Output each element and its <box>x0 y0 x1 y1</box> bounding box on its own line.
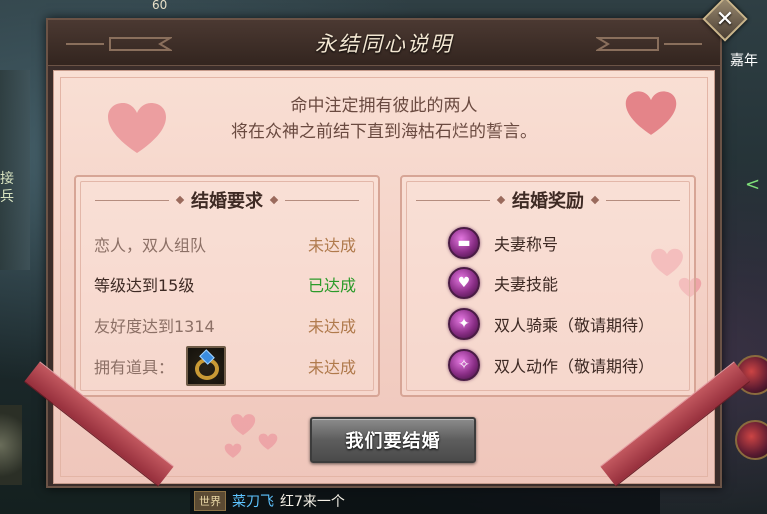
collapse-arrow-icon[interactable]: < <box>745 174 767 202</box>
chat-sender[interactable]: 菜刀飞 <box>232 491 274 511</box>
dialog-content-panel: 命中注定拥有彼此的两人 将在众神之前结下直到海枯石烂的誓言。 结婚要求 恋人，双… <box>24 70 750 487</box>
header-divider <box>606 199 680 201</box>
requirement-status: 未达成 <box>307 236 356 255</box>
bow-action-icon[interactable]: ✧ <box>448 349 480 381</box>
requirement-label: 友好度达到1314 <box>94 317 215 336</box>
requirement-row: 友好度达到1314 未达成 <box>94 310 366 340</box>
marriage-info-dialog: 永结同心说明 命中注定拥有彼此的两人 将在众神之前结下直到海枯石烂的誓言。 结婚… <box>24 18 750 488</box>
joystick-icon[interactable] <box>0 405 22 485</box>
heart-decoration-icon <box>224 443 242 458</box>
intro-text: 命中注定拥有彼此的两人 将在众神之前结下直到海枯石烂的誓言。 <box>54 93 714 145</box>
reward-row: ✦ 双人骑乘（敬请期待） <box>448 306 654 342</box>
event-label[interactable]: 嘉年 <box>723 50 765 70</box>
scene-side-text: 接 兵 <box>0 170 22 210</box>
intro-line-2: 将在众神之前结下直到海枯石烂的誓言。 <box>231 122 537 142</box>
reward-label: 夫妻技能 <box>494 275 559 294</box>
chat-channel-tag: 世界 <box>194 491 226 511</box>
requirements-title: 结婚要求 <box>191 191 263 212</box>
diamond-icon <box>175 195 185 205</box>
requirements-header: 结婚要求 <box>76 187 378 213</box>
diamond-icon <box>269 195 279 205</box>
rewards-box: 结婚奖励 ▬ 夫妻称号 ♥ 夫妻技能 ✦ 双人骑乘（敬请期待） ✧ 双人动作（敬… <box>400 175 696 397</box>
requirement-label: 拥有道具： <box>94 358 175 377</box>
reward-label: 双人动作（敬请期待） <box>494 357 655 376</box>
marry-button[interactable]: 我们要结婚 <box>310 417 476 463</box>
title-ornament-left-icon <box>66 37 172 51</box>
requirement-status: 未达成 <box>307 358 356 377</box>
diamond-icon <box>590 195 600 205</box>
heart-decoration-icon <box>230 414 256 436</box>
requirement-label: 等级达到15级 <box>94 276 195 295</box>
dialog-title-bar: 永结同心说明 <box>48 20 720 66</box>
requirement-row: 等级达到15级 已达成 <box>94 269 366 299</box>
requirement-row: 恋人，双人组队 未达成 <box>94 229 366 259</box>
side-char-2: 兵 <box>0 189 14 205</box>
close-icon: ✕ <box>715 6 735 32</box>
rewards-title: 结婚奖励 <box>512 191 584 212</box>
title-ornament-right-icon <box>596 37 702 51</box>
requirement-status: 已达成 <box>307 276 356 295</box>
reward-label: 双人骑乘（敬请期待） <box>494 316 655 335</box>
intro-line-1: 命中注定拥有彼此的两人 <box>290 96 478 116</box>
requirement-row: 拥有道具： 未达成 <box>94 346 366 386</box>
dialog-title: 永结同心说明 <box>315 31 453 56</box>
rewards-header: 结婚奖励 <box>402 187 694 213</box>
chat-bar[interactable]: 世界 菜刀飞 红7来一个 <box>190 488 660 514</box>
reward-row: ♥ 夫妻技能 <box>448 265 558 301</box>
heart-decoration-icon <box>258 433 278 450</box>
header-divider <box>416 199 490 201</box>
close-button[interactable]: ✕ <box>702 0 748 42</box>
reward-label: 夫妻称号 <box>494 235 559 254</box>
requirement-item-group: 拥有道具： <box>94 346 227 386</box>
wings-mount-icon[interactable]: ✦ <box>448 308 480 340</box>
skill-portrait[interactable] <box>735 420 767 460</box>
requirement-label: 恋人，双人组队 <box>94 236 207 255</box>
reward-row: ✧ 双人动作（敬请期待） <box>448 347 654 383</box>
title-badge-icon[interactable]: ▬ <box>448 227 480 259</box>
diamond-icon <box>496 195 506 205</box>
header-divider <box>95 199 169 201</box>
scene-top-number: 60 <box>152 0 168 12</box>
wedding-ring-icon[interactable] <box>186 346 227 386</box>
reward-row: ▬ 夫妻称号 <box>448 225 558 261</box>
hearts-skill-icon[interactable]: ♥ <box>448 267 480 299</box>
header-divider <box>285 199 359 201</box>
requirement-status: 未达成 <box>307 317 356 336</box>
chat-message: 红7来一个 <box>280 494 345 510</box>
requirements-box: 结婚要求 恋人，双人组队 未达成 等级达到15级 已达成 友好度达到1314 未… <box>74 175 380 397</box>
side-char-1: 接 <box>0 171 14 187</box>
